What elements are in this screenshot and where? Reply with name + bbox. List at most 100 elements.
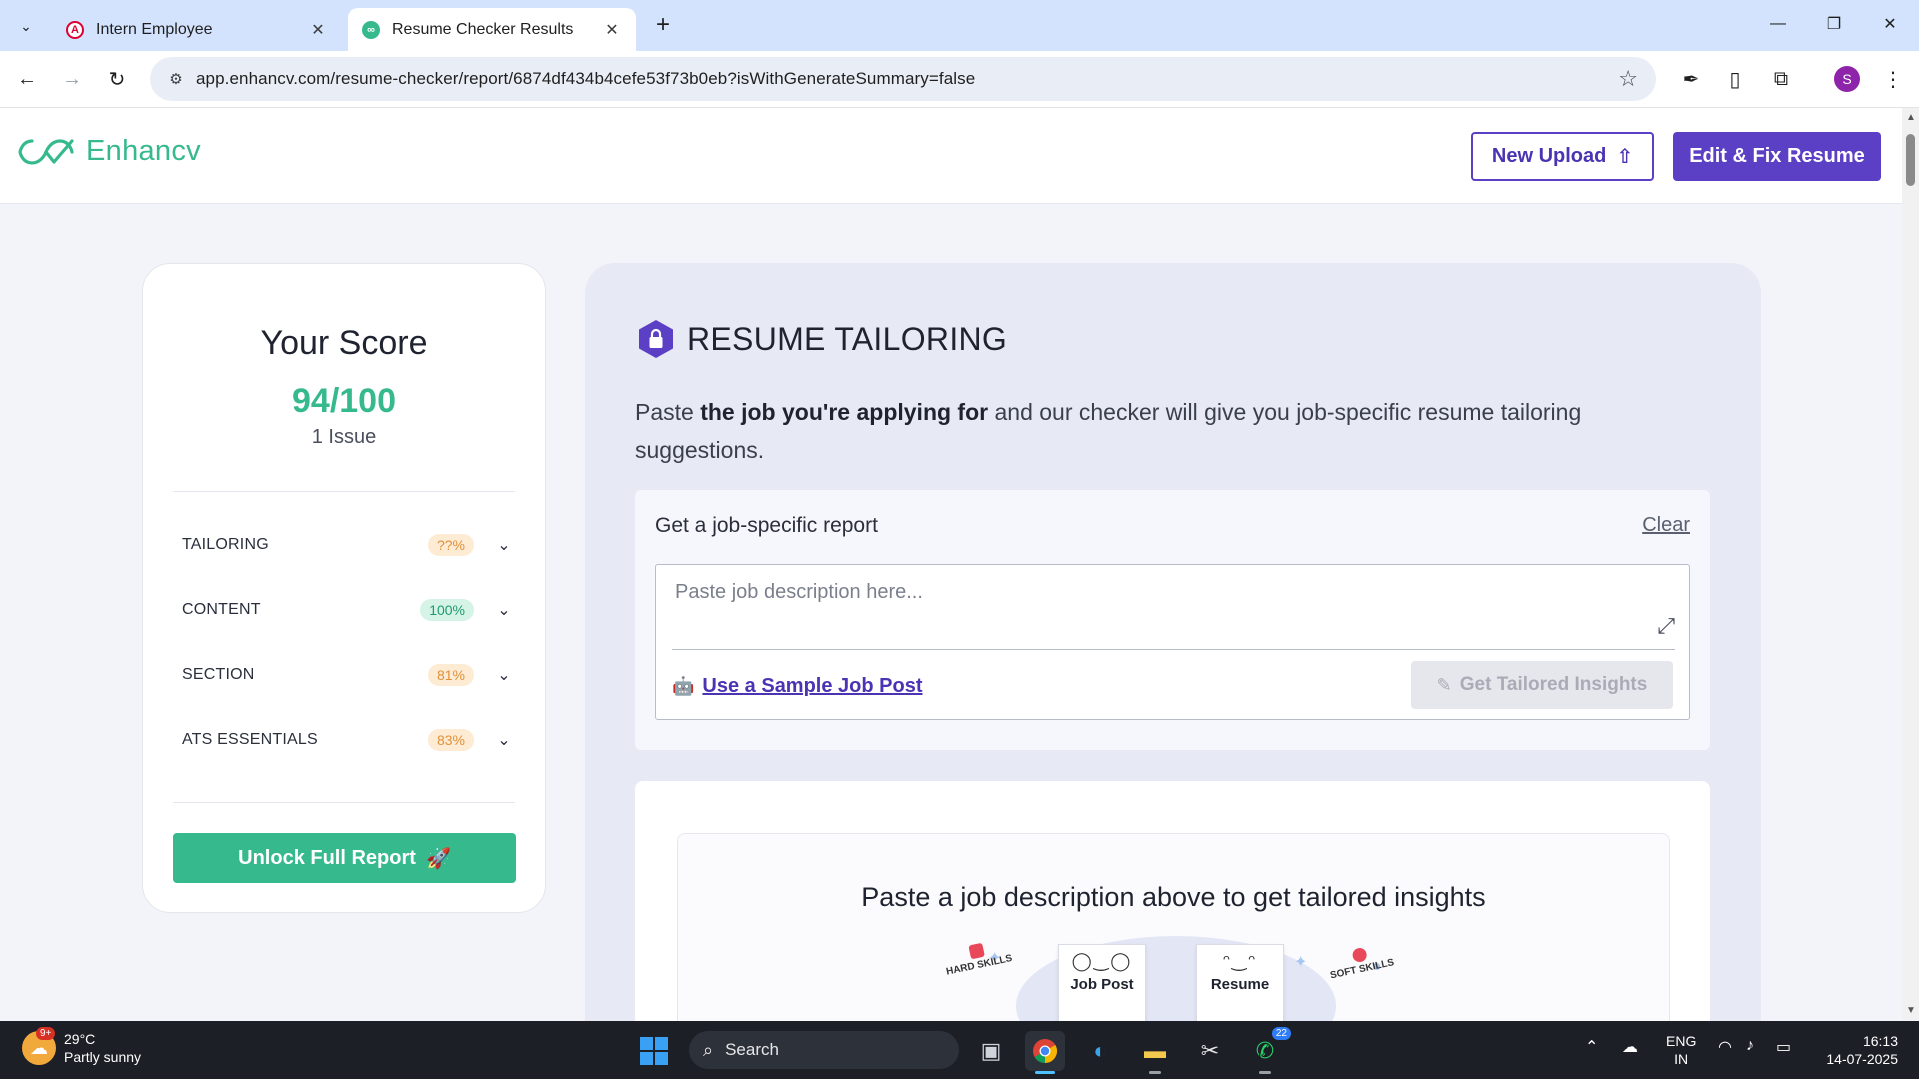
- scroll-up-arrow-icon[interactable]: ▲: [1906, 112, 1916, 123]
- chrome-logo-icon: [1033, 1039, 1058, 1063]
- close-icon[interactable]: ✕: [308, 20, 328, 40]
- language-indicator[interactable]: ENG IN: [1666, 1032, 1696, 1068]
- chrome-icon[interactable]: [1025, 1031, 1065, 1074]
- tab-resume-checker[interactable]: ∞ Resume Checker Results ✕: [348, 8, 636, 51]
- enhancv-logo[interactable]: Enhancv: [18, 135, 201, 168]
- job-post-label: Job Post: [1070, 976, 1134, 993]
- resume-label: Resume: [1210, 976, 1270, 993]
- chevron-down-icon[interactable]: ⌄: [496, 665, 512, 685]
- unlock-label: Unlock Full Report: [238, 846, 416, 869]
- pen-extension-icon[interactable]: ✒: [1676, 64, 1706, 94]
- windows-start-icon[interactable]: [640, 1037, 668, 1065]
- tab-search-chevron-icon[interactable]: ⌄: [10, 10, 42, 42]
- score-issues: 1 Issue: [311, 426, 377, 448]
- category-row-section[interactable]: SECTION 81% ⌄: [182, 660, 512, 690]
- onedrive-icon[interactable]: ☁: [1622, 1037, 1638, 1057]
- category-badge: 83%: [427, 729, 474, 751]
- profile-avatar[interactable]: S: [1834, 66, 1860, 92]
- rocket-icon: 🚀: [425, 847, 451, 870]
- logo-text: Enhancv: [86, 135, 201, 167]
- address-bar[interactable]: ⚙ app.enhancv.com/resume-checker/report/…: [150, 57, 1656, 101]
- hard-skills-tag: HARD SKILLS: [942, 937, 1013, 978]
- resume-tailoring-panel: RESUME TAILORING Paste the job you're ap…: [585, 263, 1761, 1076]
- clipboard-extension-icon[interactable]: ▯: [1720, 64, 1750, 94]
- divider: [672, 649, 1675, 650]
- back-arrow-icon[interactable]: ←: [10, 62, 44, 96]
- extensions-puzzle-icon[interactable]: ⧉: [1766, 64, 1796, 94]
- page-scrollbar[interactable]: ▲ ▼: [1902, 108, 1919, 1020]
- category-name: SECTION: [182, 666, 255, 683]
- score-card: Your Score 94/100 1 Issue TAILORING ??% …: [142, 263, 546, 913]
- snipping-tool-icon[interactable]: ✂: [1190, 1031, 1230, 1071]
- show-hidden-icons-chevron-icon[interactable]: ⌃: [1585, 1037, 1598, 1057]
- site-header: Enhancv New Upload ⇧ Edit & Fix Resume: [0, 108, 1902, 204]
- scroll-down-arrow-icon[interactable]: ▼: [1906, 1005, 1916, 1016]
- weather-desc: Partly sunny: [64, 1049, 142, 1065]
- score-value: 94/100: [292, 382, 396, 420]
- weather-widget[interactable]: ☁ 9+ 29°C Partly sunny: [22, 1027, 142, 1066]
- scrollbar-thumb[interactable]: [1906, 134, 1915, 186]
- tailoring-description: Paste the job you're applying for and ou…: [635, 393, 1685, 469]
- infinity-logo-icon: [18, 138, 74, 165]
- close-icon[interactable]: ✕: [602, 20, 622, 40]
- category-row-ats-essentials[interactable]: ATS ESSENTIALS 83% ⌄: [182, 725, 512, 755]
- kebab-menu-icon[interactable]: ⋮: [1878, 64, 1908, 94]
- unlock-full-report-button[interactable]: Unlock Full Report 🚀: [173, 833, 516, 883]
- new-tab-plus-icon[interactable]: +: [648, 10, 678, 40]
- category-name: CONTENT: [182, 601, 261, 618]
- browser-toolbar: ← → ↻ ⚙ app.enhancv.com/resume-checker/r…: [0, 51, 1919, 108]
- battery-icon[interactable]: ▭: [1776, 1037, 1791, 1057]
- forward-arrow-icon[interactable]: →: [55, 62, 89, 96]
- wifi-icon[interactable]: ◠: [1718, 1037, 1732, 1057]
- whatsapp-badge: 22: [1271, 1027, 1291, 1040]
- insights-label: Get Tailored Insights: [1459, 674, 1648, 695]
- category-name: TAILORING: [182, 536, 269, 553]
- taskbar-search[interactable]: ⌕ Search: [689, 1031, 959, 1069]
- restore-icon[interactable]: ❐: [1806, 0, 1862, 48]
- tab-intern-employee[interactable]: A Intern Employee ✕: [52, 8, 342, 51]
- divider: [173, 802, 515, 803]
- site-info-icon[interactable]: ⚙: [156, 70, 196, 88]
- resume-paper: ᵔ‿ᵔ Resume: [1196, 944, 1284, 1024]
- window-close-icon[interactable]: ✕: [1862, 0, 1918, 48]
- expand-icon[interactable]: ⤢: [1657, 613, 1675, 639]
- chevron-down-icon[interactable]: ⌄: [496, 600, 512, 620]
- volume-icon[interactable]: ♪: [1746, 1037, 1754, 1055]
- edge-icon[interactable]: ◐: [1080, 1031, 1120, 1071]
- chevron-down-icon[interactable]: ⌄: [496, 730, 512, 750]
- robot-icon: 🤖: [672, 676, 695, 696]
- url-text[interactable]: app.enhancv.com/resume-checker/report/68…: [196, 69, 975, 89]
- edit-fix-resume-button[interactable]: Edit & Fix Resume: [1673, 132, 1881, 181]
- glasses-face-icon: ◯‿◯: [1071, 951, 1133, 971]
- angular-icon: A: [66, 20, 84, 39]
- search-label: Search: [725, 1040, 779, 1059]
- tab-title: Resume Checker Results: [392, 20, 574, 38]
- whatsapp-icon[interactable]: ✆ 22: [1245, 1027, 1291, 1074]
- sparkle-icon: ✦: [1294, 954, 1308, 971]
- weather-temp: 29°C: [64, 1031, 96, 1047]
- reload-icon[interactable]: ↻: [100, 62, 134, 96]
- clear-link[interactable]: Clear: [1642, 514, 1690, 537]
- use-sample-job-post-link[interactable]: 🤖 Use a Sample Job Post: [672, 675, 923, 698]
- divider: [173, 491, 515, 492]
- file-explorer-icon[interactable]: ▬: [1135, 1031, 1175, 1074]
- clock-date: 14-07-2025: [1826, 1051, 1898, 1067]
- category-row-tailoring[interactable]: TAILORING ??% ⌄: [182, 530, 512, 560]
- job-description-input[interactable]: [656, 565, 1689, 647]
- tailoring-heading: RESUME TAILORING: [637, 319, 1007, 359]
- category-row-content[interactable]: CONTENT 100% ⌄: [182, 595, 512, 625]
- bookmark-star-icon[interactable]: ☆: [1618, 66, 1638, 92]
- minimize-icon[interactable]: —: [1750, 0, 1806, 48]
- job-post-paper: ◯‿◯ Job Post: [1058, 944, 1146, 1024]
- get-tailored-insights-button[interactable]: ✎ Get Tailored Insights: [1411, 661, 1673, 709]
- system-clock[interactable]: 16:13 14-07-2025: [1816, 1032, 1898, 1068]
- tab-title: Intern Employee: [96, 20, 213, 38]
- windows-taskbar: ☁ 9+ 29°C Partly sunny ⌕ Search ▣ ◐ ▬ ✂ …: [0, 1021, 1919, 1079]
- new-upload-button[interactable]: New Upload ⇧: [1471, 132, 1654, 181]
- chevron-down-icon[interactable]: ⌄: [496, 535, 512, 555]
- magic-wand-icon: ✎: [1436, 674, 1452, 695]
- new-upload-label: New Upload: [1491, 145, 1607, 167]
- cloud-upload-icon: ⇧: [1616, 146, 1634, 168]
- category-badge: 81%: [427, 664, 474, 686]
- task-view-icon[interactable]: ▣: [971, 1031, 1011, 1071]
